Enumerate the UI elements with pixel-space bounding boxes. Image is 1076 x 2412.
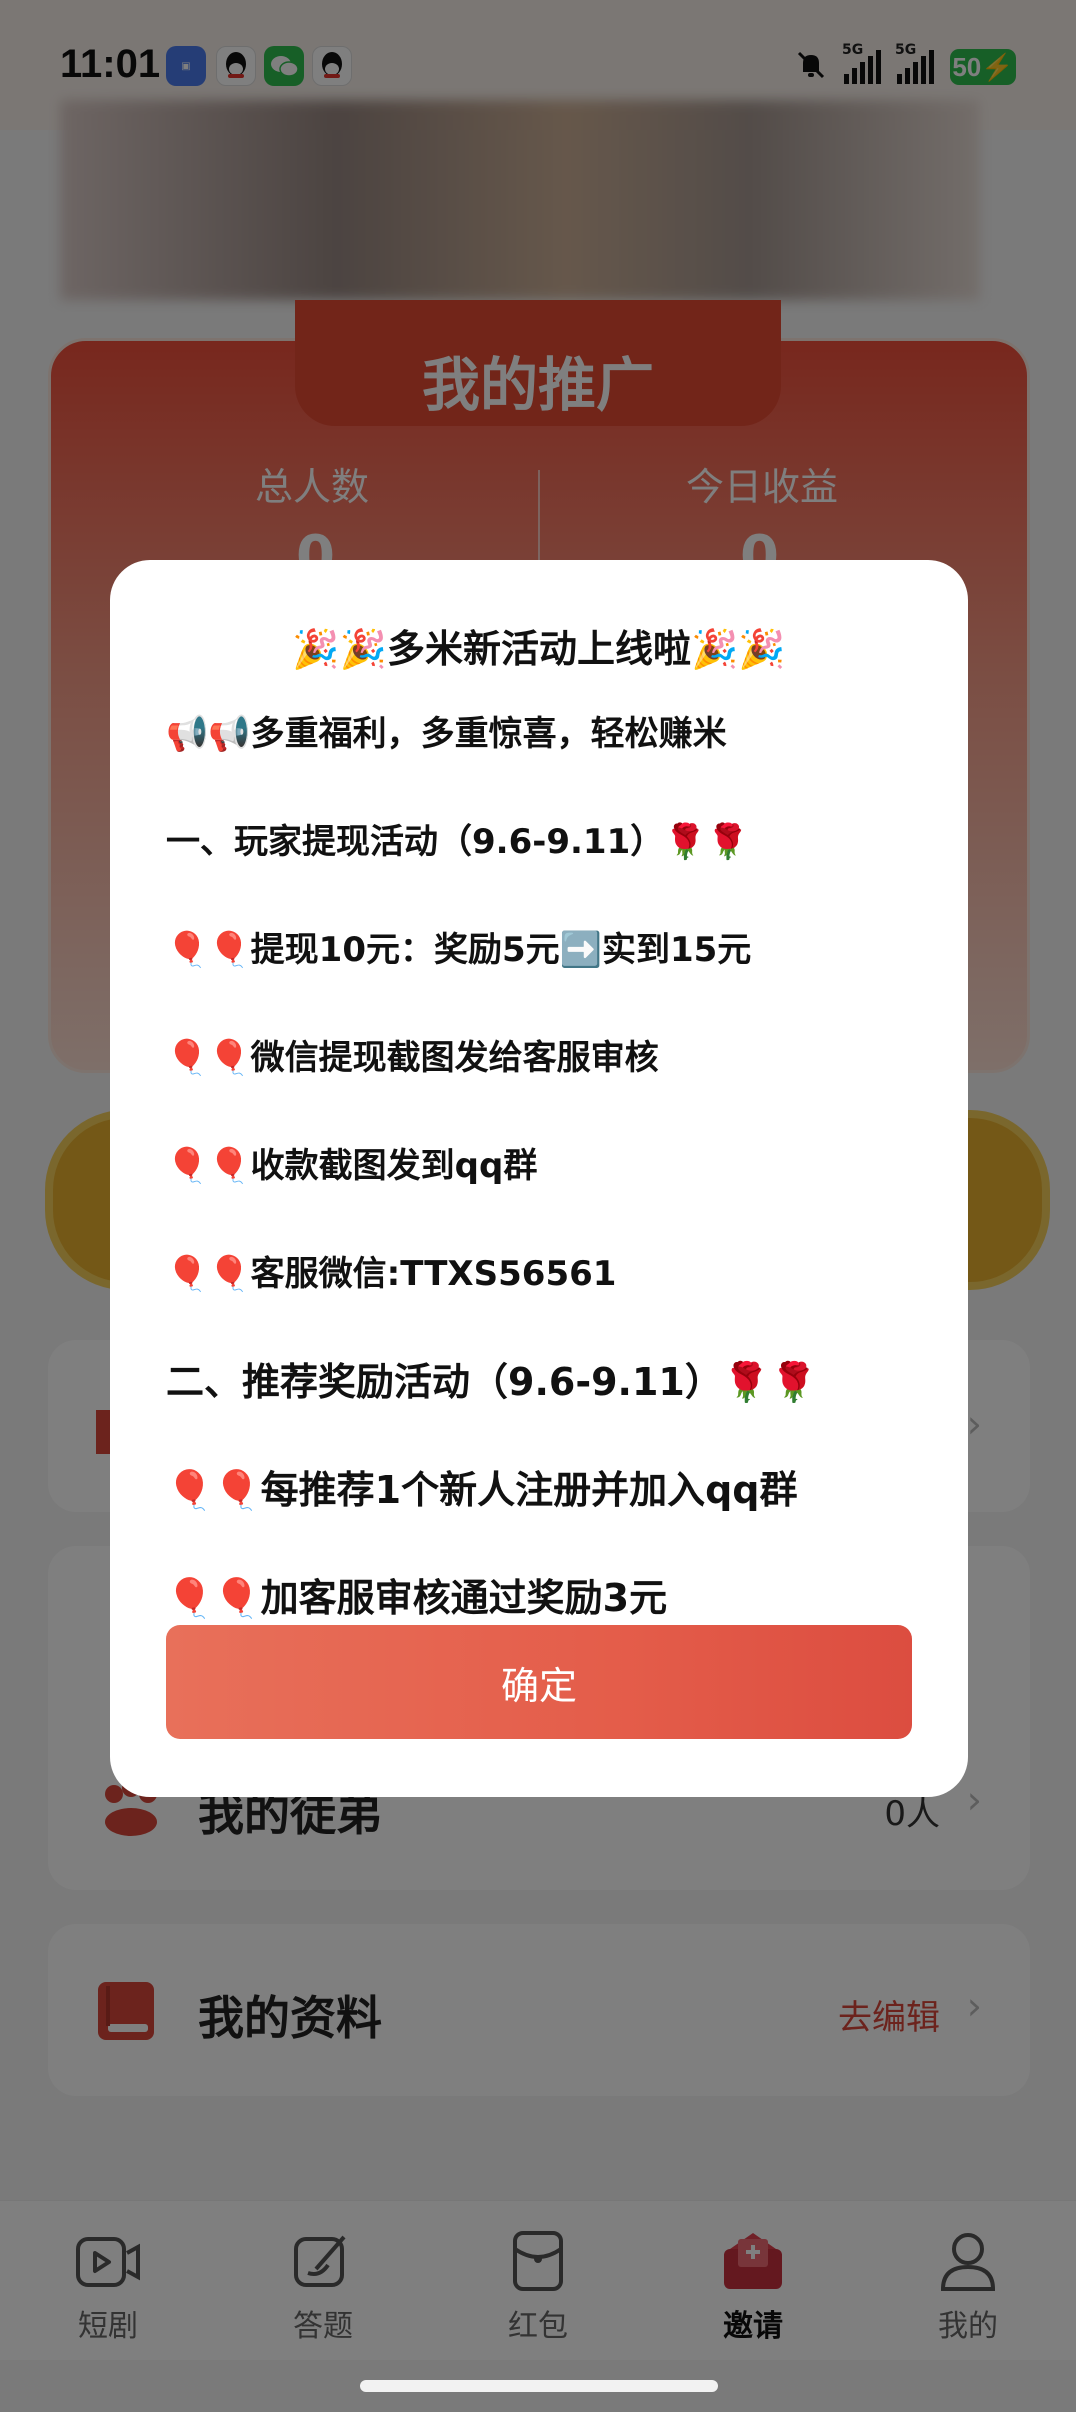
dialog-line: 一、玩家提现活动（9.6-9.11）🌹🌹 <box>166 822 749 862</box>
confirm-button[interactable]: 确定 <box>166 1625 912 1739</box>
announcement-dialog: 🎉🎉多米新活动上线啦🎉🎉 📢📢多重福利，多重惊喜，轻松赚米 一、玩家提现活动（9… <box>110 560 968 1797</box>
dialog-line: 🎈🎈收款截图发到qq群 <box>166 1146 538 1186</box>
dialog-line: 二、推荐奖励活动（9.6-9.11）🌹🌹 <box>166 1360 818 1404</box>
dialog-line: 🎈🎈每推荐1个新人注册并加入qq群 <box>166 1468 798 1512</box>
dialog-line: 🎈🎈微信提现截图发给客服审核 <box>166 1038 659 1078</box>
dialog-line: 🎈🎈客服微信:TTXS56561 <box>166 1254 617 1294</box>
dialog-line: 📢📢多重福利，多重惊喜，轻松赚米 <box>166 714 727 754</box>
dialog-line: 🎈🎈提现10元：奖励5元➡️实到15元 <box>166 930 752 970</box>
home-indicator[interactable] <box>360 2380 718 2392</box>
dialog-title: 🎉🎉多米新活动上线啦🎉🎉 <box>292 627 786 671</box>
dialog-content[interactable]: 📢📢多重福利，多重惊喜，轻松赚米 一、玩家提现活动（9.6-9.11）🌹🌹 🎈🎈… <box>166 710 926 1660</box>
